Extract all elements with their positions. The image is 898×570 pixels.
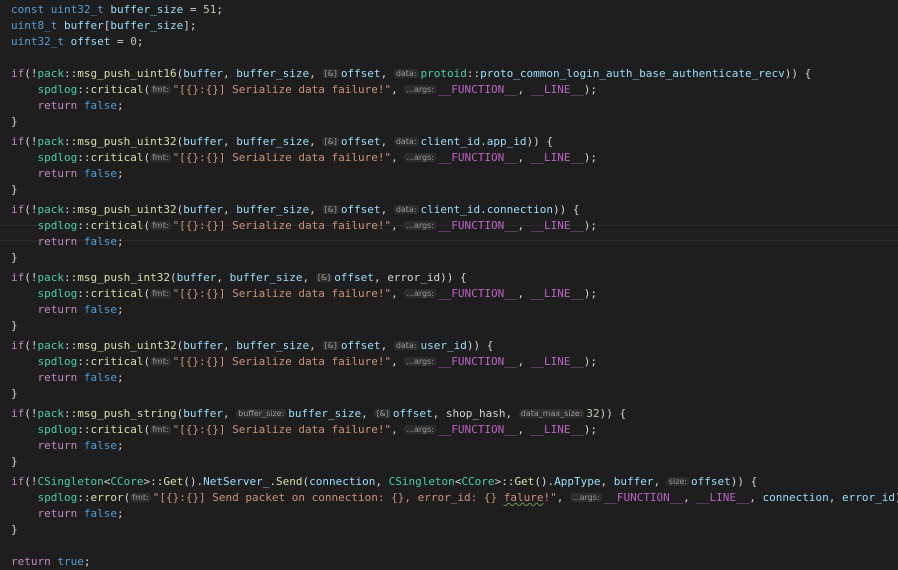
spelling-squiggle[interactable]: falure (504, 491, 544, 504)
type-uint32: uint32_t (50, 3, 104, 16)
code-line-if-1: if(!pack::msg_push_uint16(buffer, buffer… (11, 67, 812, 80)
code-editor[interactable]: const uint32_t buffer_size = 51; uint8_t… (0, 0, 898, 568)
code-line-return-3: return false; (37, 235, 124, 248)
code-line-close-4: } (11, 319, 18, 332)
code-line-send-if: if(!CSingleton<CCore>::Get().NetServer_.… (11, 475, 758, 488)
code-line-critical-2: spdlog::critical(fmt: "[{}:{}] Serialize … (37, 151, 597, 164)
code-line-if-5: if(!pack::msg_push_uint32(buffer, buffer… (11, 339, 494, 352)
code-line-if-3: if(!pack::msg_push_uint32(buffer, buffer… (11, 203, 580, 216)
code-line-if-6: if(!pack::msg_push_string(buffer, buffer… (11, 407, 627, 420)
code-line-return-2: return false; (37, 167, 124, 180)
code-line-if-4: if(!pack::msg_push_int32(buffer, buffer_… (11, 271, 467, 284)
code-line-send-error: spdlog::error(fmt: "[{}:{}] Send packet o… (37, 491, 898, 504)
code-line-return-6: return false; (37, 439, 124, 452)
code-line-critical-3: spdlog::critical(fmt: "[{}:{}] Serialize … (37, 219, 597, 232)
code-line-close-6: } (11, 455, 18, 468)
code-line-close-3: } (11, 251, 18, 264)
code-line-return-true: return true; (11, 555, 91, 568)
code-line-1: const uint32_t buffer_size = 51; (11, 3, 223, 16)
code-line-critical-5: spdlog::critical(fmt: "[{}:{}] Serialize … (37, 355, 597, 368)
code-line-3: uint32_t offset = 0; (11, 35, 144, 48)
code-line-return-4: return false; (37, 303, 124, 316)
code-line-send-close: } (11, 523, 18, 536)
code-line-close-2: } (11, 183, 18, 196)
inlay-hint-size: size: (666, 477, 690, 486)
code-line-2: uint8_t buffer[buffer_size]; (11, 19, 197, 32)
var-buffer-size: buffer_size (110, 3, 184, 16)
code-line-close-5: } (11, 387, 18, 400)
code-line-send-return: return false; (37, 507, 124, 520)
const-keyword: const (11, 3, 45, 16)
code-line-critical-1: spdlog::critical(fmt: "[{}:{}] Serialize … (37, 83, 597, 96)
number-literal: 51 (203, 3, 217, 16)
code-line-return-1: return false; (37, 99, 124, 112)
code-line-close-1: } (11, 115, 18, 128)
code-line-if-2: if(!pack::msg_push_uint32(buffer, buffer… (11, 135, 553, 148)
code-line-return-5: return false; (37, 371, 124, 384)
code-line-critical-4: spdlog::critical(fmt: "[{}:{}] Serialize … (37, 287, 597, 300)
code-line-critical-6: spdlog::critical(fmt: "[{}:{}] Serialize … (37, 423, 597, 436)
